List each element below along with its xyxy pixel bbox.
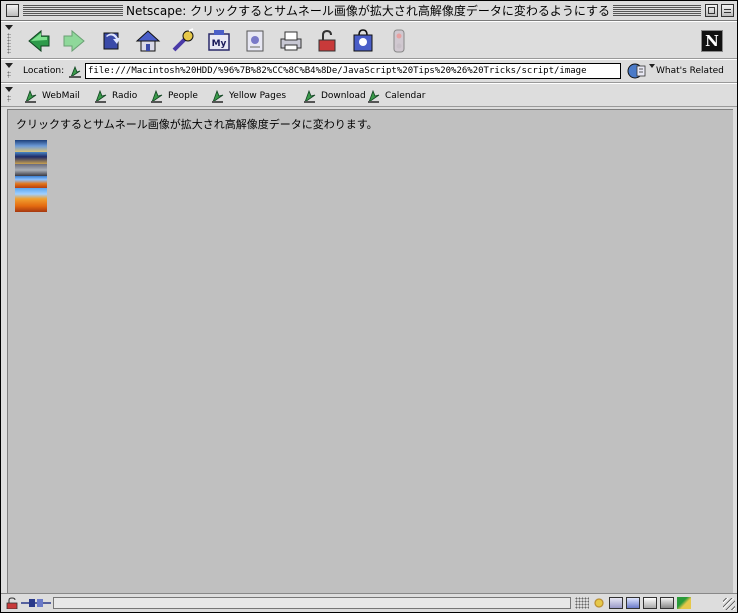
mail-icon[interactable]: [609, 597, 623, 609]
resize-grip[interactable]: [723, 598, 735, 610]
title-stripes-right: [613, 5, 701, 16]
page-content: クリックするとサムネール画像が拡大され高解像度データに変わります。: [7, 109, 733, 593]
personal-toolbar: WebMail Radio People Yellow Pages Downlo…: [1, 83, 737, 107]
navigator-icon[interactable]: [592, 597, 606, 609]
bookmark-icon: [25, 89, 37, 104]
reload-button[interactable]: [98, 27, 126, 55]
lock-icon: [318, 29, 336, 52]
bookmark-download[interactable]: Download: [302, 88, 366, 104]
bookmark-label: Download: [321, 91, 366, 101]
addressbook-icon[interactable]: [660, 597, 674, 609]
browser-window: Netscape: クリックするとサムネール画像が拡大され高解像度データに変わる…: [0, 0, 738, 613]
security-lock-icon[interactable]: [5, 597, 19, 609]
bookmark-webmail[interactable]: WebMail: [23, 88, 80, 104]
page-heading: クリックするとサムネール画像が拡大され高解像度データに変わります。: [16, 118, 378, 131]
page-proxy-icon[interactable]: [67, 63, 83, 79]
svg-text:My: My: [212, 39, 227, 49]
bookmark-label: WebMail: [42, 91, 80, 101]
bookmark-icon: [151, 89, 163, 104]
window-title: Netscape: クリックするとサムネール画像が拡大され高解像度データに変わる…: [123, 4, 613, 18]
connection-icon: [21, 599, 51, 607]
toolbar-collapse-grip[interactable]: [3, 24, 15, 56]
bookmark-radio[interactable]: Radio: [93, 88, 137, 104]
bookmark-icon: [368, 89, 380, 104]
navigation-toolbar: My N: [1, 21, 737, 59]
back-button[interactable]: [25, 27, 53, 55]
bookmark-label: Radio: [112, 91, 138, 101]
images-icon: [246, 30, 264, 52]
collapse-box[interactable]: [721, 4, 734, 17]
location-toolbar: Location: file:///Macintosh%20HDD/%96%7B…: [1, 59, 737, 83]
thumbnail-image[interactable]: [15, 140, 47, 152]
title-bar[interactable]: Netscape: クリックするとサムネール画像が拡大され高解像度データに変わる…: [1, 1, 737, 21]
netscape-logo[interactable]: N: [701, 30, 723, 52]
reload-icon: [103, 32, 120, 50]
bookmark-calendar[interactable]: Calendar: [366, 88, 425, 104]
forward-arrow-icon: [63, 29, 85, 53]
zoom-box[interactable]: [705, 4, 718, 17]
location-url-field[interactable]: file:///Macintosh%20HDD/%96%7B%82%CC%8C%…: [85, 63, 621, 79]
aim-icon[interactable]: [677, 597, 691, 609]
bookmark-icon: [95, 89, 107, 104]
my-netscape-button[interactable]: My: [205, 27, 233, 55]
thumbnail-image[interactable]: [15, 152, 47, 164]
grip-icon[interactable]: [575, 597, 589, 609]
bookmark-people[interactable]: People: [149, 88, 198, 104]
toolbar-collapse-grip[interactable]: [3, 86, 15, 104]
close-box[interactable]: [6, 4, 19, 17]
composer-icon[interactable]: [643, 597, 657, 609]
whats-related-button[interactable]: What's Related: [656, 66, 724, 76]
toolbar-collapse-grip[interactable]: [3, 62, 15, 80]
bookmark-icon: [212, 89, 224, 104]
thumbnail-image[interactable]: [15, 164, 47, 176]
bookmark-label: People: [168, 91, 198, 101]
component-bar: [575, 596, 715, 610]
title-stripes-left: [23, 5, 123, 16]
search-icon: [172, 28, 194, 52]
bookmark-label: Calendar: [385, 91, 426, 101]
print-button[interactable]: [277, 27, 305, 55]
forward-button[interactable]: [60, 27, 88, 55]
chevron-down-icon[interactable]: [649, 64, 655, 68]
my-netscape-icon: My: [208, 30, 230, 51]
home-icon: [135, 30, 161, 52]
security-button[interactable]: [313, 27, 341, 55]
shop-button[interactable]: [349, 27, 377, 55]
print-icon: [280, 31, 302, 51]
thumbnail-image[interactable]: [15, 176, 47, 188]
search-button[interactable]: [169, 27, 197, 55]
location-label: Location:: [23, 66, 65, 76]
status-message-area: [53, 597, 571, 609]
home-button[interactable]: [134, 27, 162, 55]
newsgroups-icon[interactable]: [626, 597, 640, 609]
bookmark-label: Yellow Pages: [229, 91, 287, 101]
shop-icon: [353, 29, 373, 52]
stop-icon: [393, 29, 405, 53]
bookmark-yellow-pages[interactable]: Yellow Pages: [210, 88, 286, 104]
thumbnail-image[interactable]: [15, 188, 47, 212]
bookmark-icon: [304, 89, 316, 104]
whats-related-icon[interactable]: [627, 62, 647, 80]
status-bar: [1, 593, 737, 612]
back-arrow-icon: [28, 29, 50, 53]
images-button[interactable]: [241, 27, 269, 55]
stop-button[interactable]: [385, 27, 413, 55]
